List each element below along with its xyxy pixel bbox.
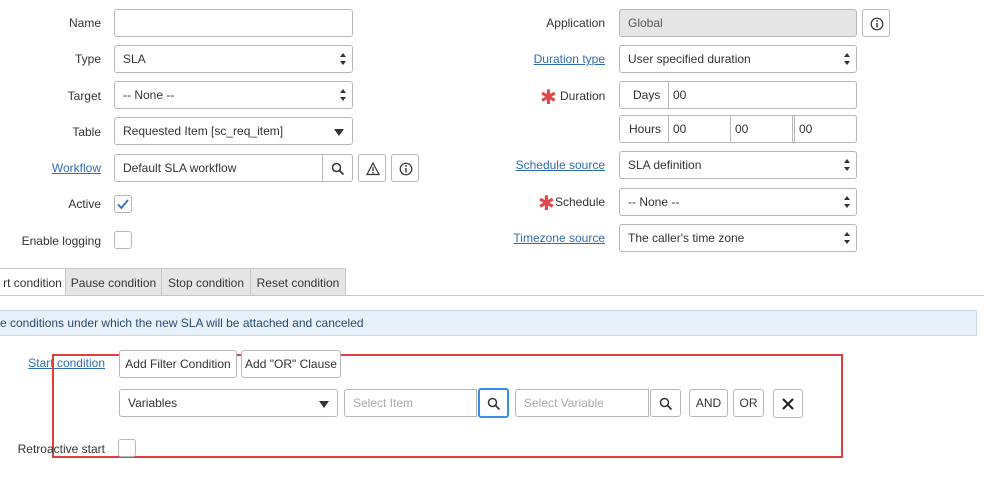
add-or-clause-button[interactable]: Add "OR" Clause xyxy=(241,350,341,378)
retroactive-start-label: Retroactive start xyxy=(17,442,105,456)
chevron-down-icon xyxy=(334,129,344,136)
timezone-source-select[interactable]: The caller's time zone xyxy=(619,224,857,252)
seconds-input[interactable]: 00 xyxy=(794,115,857,143)
info-icon xyxy=(870,17,884,31)
active-checkbox[interactable] xyxy=(114,195,132,213)
timezone-source-value: The caller's time zone xyxy=(628,231,745,245)
enable-logging-label: Enable logging xyxy=(21,234,101,248)
target-select-value: -- None -- xyxy=(123,88,175,102)
select-item-lookup-button[interactable] xyxy=(478,388,509,418)
duration-days-group: Days 00 xyxy=(619,81,857,109)
and-button[interactable]: AND xyxy=(689,389,728,417)
name-input[interactable] xyxy=(114,9,353,37)
select-variable-input[interactable]: Select Variable xyxy=(515,389,649,417)
application-info-button[interactable] xyxy=(862,9,890,37)
required-marker-icon: ✱ xyxy=(540,87,557,109)
table-select[interactable]: Requested Item [sc_req_item] xyxy=(114,117,353,145)
info-icon xyxy=(399,162,413,176)
target-select[interactable]: -- None -- xyxy=(114,81,353,109)
name-label: Name xyxy=(68,16,101,30)
table-select-value: Requested Item [sc_req_item] xyxy=(123,124,284,138)
checkmark-icon xyxy=(117,199,129,210)
required-marker-icon: ✱ xyxy=(538,193,555,215)
select-variable-lookup-button[interactable] xyxy=(650,389,681,417)
table-label: Table xyxy=(72,125,101,139)
search-icon xyxy=(487,397,501,411)
workflow-info-button[interactable] xyxy=(391,154,419,182)
select-arrows-icon xyxy=(844,53,850,65)
type-label: Type xyxy=(74,52,101,66)
application-label: Application xyxy=(546,16,605,30)
hours-label: Hours xyxy=(629,122,662,136)
info-message: e conditions under which the new SLA wil… xyxy=(0,310,977,336)
condition-field-value: Variables xyxy=(128,396,178,410)
warning-icon xyxy=(366,162,380,176)
or-button[interactable]: OR xyxy=(733,389,764,417)
workflow-lookup-button[interactable] xyxy=(322,154,353,182)
duration-label: Duration xyxy=(560,89,606,103)
condition-field-select[interactable]: Variables xyxy=(119,389,338,417)
timezone-source-link[interactable]: Timezone source xyxy=(480,230,605,246)
duration-time-group: Hours 00 00 00 xyxy=(619,115,857,143)
duration-type-value: User specified duration xyxy=(628,52,751,66)
select-arrows-icon xyxy=(844,196,850,208)
chevron-down-icon xyxy=(319,401,329,408)
duration-type-link[interactable]: Duration type xyxy=(480,51,605,67)
delete-condition-button[interactable] xyxy=(773,389,803,418)
minutes-input[interactable]: 00 xyxy=(730,115,793,143)
days-label: Days xyxy=(633,88,661,102)
days-input[interactable]: 00 xyxy=(668,81,857,109)
tab-pause-condition[interactable]: Pause condition xyxy=(65,268,162,296)
type-select[interactable]: SLA xyxy=(114,45,353,73)
active-label: Active xyxy=(68,197,101,211)
duration-type-select[interactable]: User specified duration xyxy=(619,45,857,73)
schedule-source-link[interactable]: Schedule source xyxy=(480,157,605,173)
tab-reset-condition[interactable]: Reset condition xyxy=(250,268,346,296)
select-arrows-icon xyxy=(340,53,346,65)
schedule-select[interactable]: -- None -- xyxy=(619,188,857,216)
select-arrows-icon xyxy=(340,89,346,101)
retroactive-start-checkbox[interactable] xyxy=(118,439,136,457)
search-icon xyxy=(331,162,345,176)
select-item-input[interactable]: Select Item xyxy=(344,389,477,417)
schedule-label: Schedule xyxy=(555,195,606,209)
select-arrows-icon xyxy=(844,159,850,171)
schedule-source-select[interactable]: SLA definition xyxy=(619,151,857,179)
hours-input[interactable]: 00 xyxy=(668,115,731,143)
select-arrows-icon xyxy=(844,232,850,244)
tab-stop-condition[interactable]: Stop condition xyxy=(161,268,251,296)
tab-start-condition[interactable]: rt condition xyxy=(0,268,66,296)
add-filter-condition-button[interactable]: Add Filter Condition xyxy=(119,350,237,378)
target-label: Target xyxy=(67,89,101,103)
workflow-input[interactable]: Default SLA workflow xyxy=(114,154,323,182)
schedule-source-value: SLA definition xyxy=(628,158,702,172)
application-field: Global xyxy=(619,9,857,37)
workflow-warning-button[interactable] xyxy=(358,154,386,182)
enable-logging-checkbox[interactable] xyxy=(114,231,132,249)
close-icon xyxy=(782,398,794,410)
type-select-value: SLA xyxy=(123,52,146,66)
schedule-select-value: -- None -- xyxy=(628,195,680,209)
search-icon xyxy=(659,397,673,411)
workflow-link[interactable]: Workflow xyxy=(0,160,101,176)
